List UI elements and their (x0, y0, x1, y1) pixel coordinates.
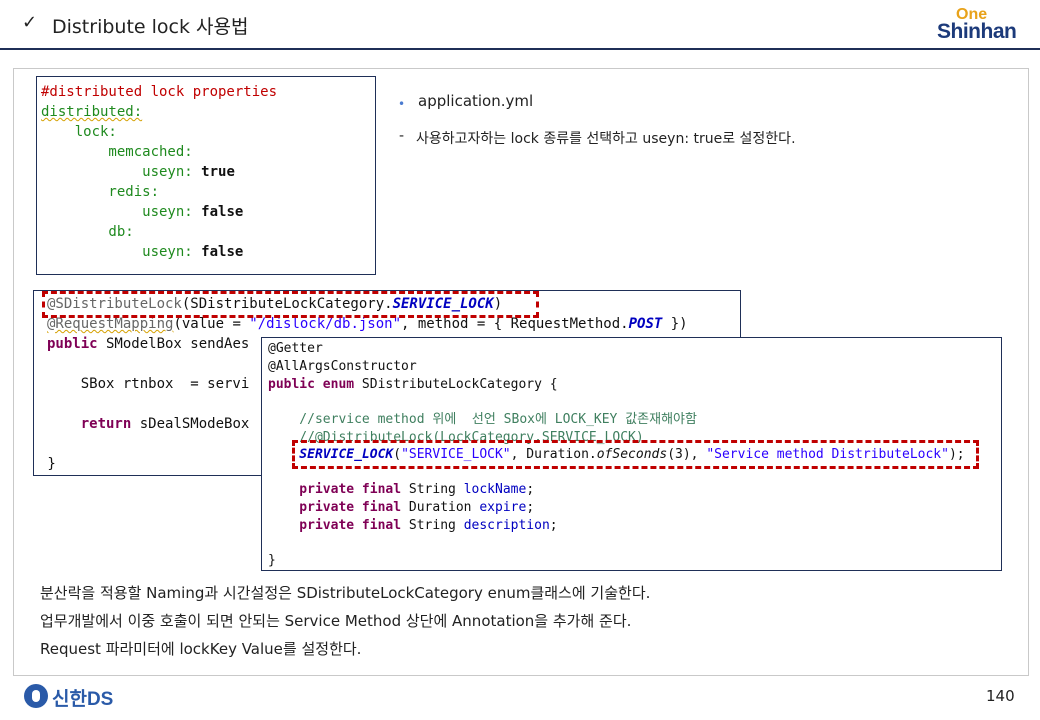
code-keyword: private final (268, 518, 402, 533)
code-line-enum-decl: public enum SDistributeLockCategory { (268, 376, 558, 394)
code-line-method: public SModelBox sendAes (47, 334, 249, 354)
annotation-highlight-box (42, 291, 539, 318)
yml-value: false (201, 204, 244, 220)
note-bullet-yml: application.yml (418, 92, 534, 110)
enum-constant-highlight-box (292, 440, 979, 469)
code-line-allargs: @AllArgsConstructor (268, 359, 417, 374)
code-keyword: private final (268, 482, 402, 497)
yml-memcached-useyn-line: useyn: true (41, 162, 235, 182)
code-text: , method = { RequestMethod. (401, 316, 629, 332)
code-text: ; (526, 482, 535, 497)
logo-mark-detail (32, 690, 40, 702)
check-icon: ✓ (22, 12, 38, 33)
code-keyword: public (47, 336, 98, 352)
code-string: "/dislock/db.json" (249, 316, 402, 332)
code-line-field-lockname: private final String lockName; (268, 481, 534, 499)
code-line-field-description: private final String description; (268, 517, 558, 535)
description-line: Request 파라미터에 lockKey Value를 설정한다. (40, 640, 362, 658)
code-keyword: private final (268, 500, 402, 515)
code-text: Duration (401, 500, 480, 515)
footer-brand: 신한DS (52, 689, 114, 710)
description-line: 업무개발에서 이중 호출이 되면 안되는 Service Method 상단에 … (40, 612, 632, 630)
yml-key: useyn: (41, 204, 202, 220)
code-field: lockName (463, 482, 527, 497)
description-line: 분산락을 적용할 Naming과 시간설정은 SDistributeLockCa… (40, 584, 651, 602)
bullet-icon: • (398, 97, 406, 111)
yml-value: true (201, 164, 235, 180)
yml-distributed-line: distributed: (41, 104, 143, 120)
code-annotation: @RequestMapping (47, 316, 174, 332)
code-text: String (401, 518, 464, 533)
code-line-return: return sDealSModeBox (47, 414, 250, 434)
code-field: expire (479, 500, 527, 515)
code-line-field-expire: private final Duration expire; (268, 499, 534, 517)
yml-code-box: #distributed lock properties distributed… (36, 76, 376, 275)
yml-key: useyn: (41, 244, 202, 260)
code-text: (value = (173, 316, 250, 332)
header-divider (0, 48, 1040, 50)
code-line-enum-close: } (268, 553, 276, 568)
logo-shinhan-text: Shinhan (937, 20, 1017, 43)
code-field: description (463, 518, 550, 533)
code-text: ; (526, 500, 535, 515)
code-line-close: } (39, 456, 56, 472)
yml-lock-line: lock: (41, 124, 117, 140)
code-keyword: return (47, 416, 132, 432)
yml-memcached-line: memcached: (41, 144, 193, 160)
code-constant: POST (628, 316, 663, 332)
page-number: 140 (986, 687, 1015, 705)
code-text: SDistributeLockCategory { (354, 377, 558, 392)
code-text: ; (549, 518, 558, 533)
yml-key: useyn: (41, 164, 202, 180)
yml-value: false (201, 244, 244, 260)
yml-db-line: db: (41, 224, 134, 240)
yml-comment-line: #distributed lock properties (41, 84, 278, 100)
code-line-comment: //service method 위에 선언 SBox에 LOCK_KEY 값존… (268, 412, 697, 427)
code-text: SModelBox sendAes (97, 336, 250, 352)
code-text: String (401, 482, 464, 497)
code-text: }) (662, 316, 688, 332)
code-text: sDealSModeBox (131, 416, 250, 432)
code-line-getter: @Getter (268, 341, 323, 356)
page-title: Distribute lock 사용법 (52, 16, 249, 38)
note-yml-description: 사용하고자하는 lock 종류를 선택하고 useyn: true로 설정한다. (416, 131, 796, 147)
yml-redis-line: redis: (41, 184, 160, 200)
note-dash: - (399, 128, 405, 144)
code-keyword: public enum (268, 377, 355, 392)
code-line-rtnbox: SBox rtnbox = servi (47, 376, 250, 392)
yml-redis-useyn-line: useyn: false (41, 202, 243, 222)
yml-db-useyn-line: useyn: false (41, 242, 243, 262)
